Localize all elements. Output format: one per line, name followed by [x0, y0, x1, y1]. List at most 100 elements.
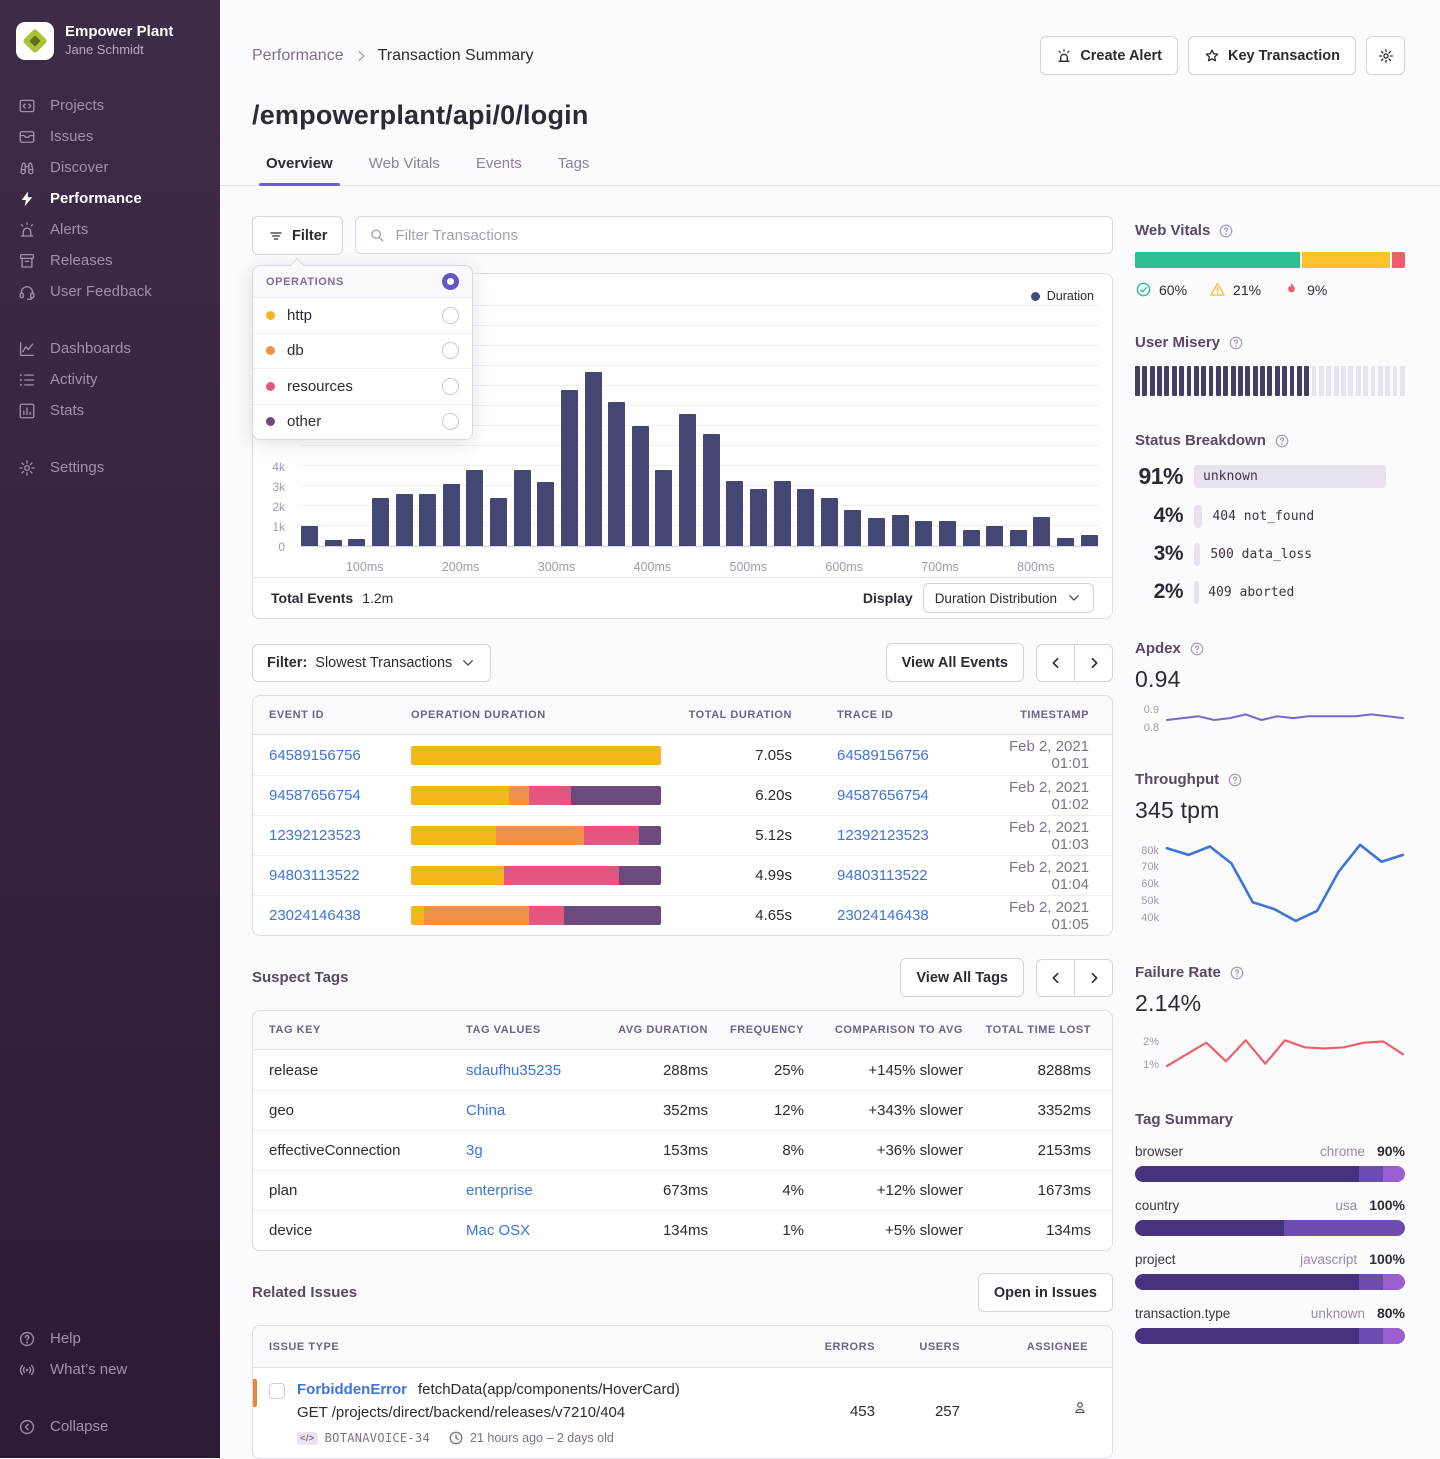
histogram-bar[interactable] [774, 481, 791, 546]
operations-all-radio[interactable] [442, 273, 459, 290]
question-icon[interactable] [1274, 433, 1290, 449]
sidebar-item-projects[interactable]: Projects [0, 90, 220, 121]
histogram-bar[interactable] [679, 414, 696, 546]
question-icon[interactable] [1227, 772, 1243, 788]
next-page-button[interactable] [1074, 959, 1113, 997]
event-id-link[interactable]: 64589156756 [269, 747, 361, 764]
sidebar-item-issues[interactable]: Issues [0, 121, 220, 152]
sidebar-item-help[interactable]: Help [0, 1323, 220, 1354]
tag-value-link[interactable]: sdaufhu35235 [466, 1062, 561, 1079]
trace-id-link[interactable]: 64589156756 [837, 747, 929, 764]
sidebar-item-collapse[interactable]: Collapse [0, 1411, 220, 1442]
histogram-bar[interactable] [443, 484, 460, 546]
histogram-bar[interactable] [797, 489, 814, 546]
trace-id-link[interactable]: 94587656754 [837, 787, 929, 804]
search-input[interactable] [395, 227, 1099, 244]
question-icon[interactable] [1189, 641, 1205, 657]
histogram-bar[interactable] [963, 530, 980, 546]
sidebar-item-dashboards[interactable]: Dashboards [0, 333, 220, 364]
org-switcher[interactable]: Empower Plant Jane Schmidt [0, 22, 220, 90]
histogram-bar[interactable] [537, 482, 554, 546]
histogram-bar[interactable] [585, 372, 602, 546]
tab-overview[interactable]: Overview [266, 155, 333, 185]
question-icon[interactable] [1228, 335, 1244, 351]
histogram-bar[interactable] [821, 498, 838, 546]
question-icon[interactable] [1229, 965, 1245, 981]
view-all-events-button[interactable]: View All Events [886, 643, 1024, 682]
histogram-bar[interactable] [726, 481, 743, 546]
tag-value-link[interactable]: 3g [466, 1142, 483, 1159]
trace-id-link[interactable]: 23024146438 [837, 907, 929, 924]
sidebar-item-discover[interactable]: Discover [0, 152, 220, 183]
assignee-icon[interactable] [1072, 1399, 1088, 1415]
histogram-bar[interactable] [1081, 535, 1098, 546]
histogram-bar[interactable] [1033, 517, 1050, 546]
histogram-bar[interactable] [703, 434, 720, 546]
operation-option-resources[interactable]: resources [253, 368, 472, 404]
histogram-bar[interactable] [655, 470, 672, 546]
histogram-bar[interactable] [939, 521, 956, 546]
breadcrumb-parent[interactable]: Performance [252, 47, 344, 65]
sidebar-item-settings[interactable]: Settings [0, 452, 220, 483]
trace-id-link[interactable]: 94803113522 [837, 867, 928, 884]
histogram-bar[interactable] [892, 515, 909, 546]
search-box[interactable] [355, 216, 1113, 254]
transaction-settings-button[interactable] [1366, 36, 1405, 75]
previous-page-button[interactable] [1036, 959, 1075, 997]
open-in-issues-button[interactable]: Open in Issues [978, 1273, 1113, 1312]
operation-radio[interactable] [442, 378, 459, 395]
histogram-bar[interactable] [301, 526, 318, 546]
histogram-bar[interactable] [986, 526, 1003, 546]
histogram-bar[interactable] [1057, 538, 1074, 546]
histogram-bar[interactable] [419, 494, 436, 546]
event-id-link[interactable]: 94803113522 [269, 867, 360, 884]
event-id-link[interactable]: 94587656754 [269, 787, 361, 804]
question-icon[interactable] [1218, 223, 1234, 239]
event-id-link[interactable]: 23024146438 [269, 907, 361, 924]
sidebar-item-stats[interactable]: Stats [0, 395, 220, 426]
view-all-tags-button[interactable]: View All Tags [900, 958, 1024, 997]
issue-type-link[interactable]: ForbiddenError [297, 1381, 407, 1398]
histogram-bar[interactable] [561, 390, 578, 546]
tab-web-vitals[interactable]: Web Vitals [369, 155, 440, 185]
previous-page-button[interactable] [1036, 644, 1075, 682]
histogram-bar[interactable] [868, 518, 885, 546]
histogram-bar[interactable] [466, 470, 483, 546]
operation-option-db[interactable]: db [253, 333, 472, 369]
histogram-bar[interactable] [608, 402, 625, 546]
histogram-bar[interactable] [348, 539, 365, 546]
tab-events[interactable]: Events [476, 155, 522, 185]
histogram-bar[interactable] [632, 426, 649, 546]
tag-value-link[interactable]: China [466, 1102, 505, 1119]
histogram-bar[interactable] [372, 498, 389, 546]
sidebar-item-activity[interactable]: Activity [0, 364, 220, 395]
sidebar-item-user-feedback[interactable]: User Feedback [0, 276, 220, 307]
event-id-link[interactable]: 12392123523 [269, 827, 361, 844]
filter-button[interactable]: Filter [252, 216, 343, 255]
key-transaction-button[interactable]: Key Transaction [1188, 36, 1356, 75]
operations-dropdown-header[interactable]: OPERATIONS [253, 266, 472, 297]
sidebar-item-performance[interactable]: Performance [0, 183, 220, 214]
tag-value-link[interactable]: enterprise [466, 1182, 533, 1199]
operation-option-other[interactable]: other [253, 404, 472, 440]
sidebar-item-what-s-new[interactable]: What’s new [0, 1354, 220, 1385]
events-filter-select[interactable]: Filter: Slowest Transactions [252, 644, 491, 682]
histogram-bar[interactable] [514, 470, 531, 546]
operation-option-http[interactable]: http [253, 297, 472, 333]
operation-radio[interactable] [442, 307, 459, 324]
histogram-bar[interactable] [396, 494, 413, 546]
histogram-bar[interactable] [915, 521, 932, 546]
sidebar-item-releases[interactable]: Releases [0, 245, 220, 276]
sidebar-item-alerts[interactable]: Alerts [0, 214, 220, 245]
tag-value-link[interactable]: Mac OSX [466, 1222, 530, 1239]
create-alert-button[interactable]: Create Alert [1040, 36, 1178, 75]
display-select[interactable]: Duration Distribution [923, 583, 1094, 613]
histogram-bar[interactable] [1010, 530, 1027, 546]
histogram-bar[interactable] [750, 489, 767, 546]
operation-radio[interactable] [442, 413, 459, 430]
tab-tags[interactable]: Tags [558, 155, 590, 185]
next-page-button[interactable] [1074, 644, 1113, 682]
histogram-bar[interactable] [325, 540, 342, 546]
operation-radio[interactable] [442, 342, 459, 359]
histogram-bar[interactable] [490, 498, 507, 546]
